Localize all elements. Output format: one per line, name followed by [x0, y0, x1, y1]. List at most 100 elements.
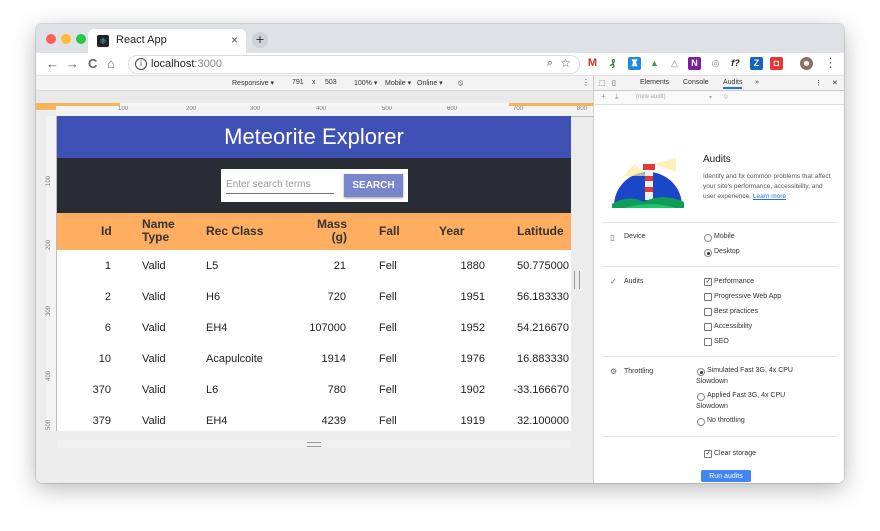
column-header-mass[interactable]: Mass (g): [317, 218, 347, 244]
download-icon[interactable]: ⤓: [615, 92, 619, 102]
rotate-icon[interactable]: ⦸: [458, 78, 463, 88]
cell-lat: 56.183330: [517, 291, 569, 303]
tab-elements[interactable]: Elements: [640, 79, 669, 86]
back-icon[interactable]: ←: [46, 56, 59, 71]
cell-lat: 54.216670: [517, 322, 569, 334]
column-header-fall[interactable]: Fall: [379, 225, 400, 238]
radio-desktop[interactable]: [704, 249, 712, 257]
viewport-resize-handle[interactable]: [574, 271, 580, 289]
table-row[interactable]: 370 Valid L6 780 Fell 1902 -33.166670: [57, 374, 571, 406]
page-title: Meteorite Explorer: [224, 124, 404, 149]
home-icon[interactable]: ⌂: [107, 56, 115, 71]
audit-dropdown-icon[interactable]: ▾: [709, 94, 712, 101]
gmail-extension-icon[interactable]: M: [586, 57, 599, 70]
table-row[interactable]: 1 Valid L5 21 Fell 1880 50.775000: [57, 250, 571, 282]
bottom-resize-handle[interactable]: [307, 442, 321, 447]
devtools-close-icon[interactable]: ✕: [832, 79, 838, 87]
radio-no-throttling[interactable]: [697, 418, 705, 426]
column-header-mass-line1: Mass: [317, 217, 348, 231]
disabled-extension-icon[interactable]: △: [668, 57, 681, 70]
bookmark-star-icon[interactable]: ☆: [560, 56, 571, 70]
tab-close-icon[interactable]: ×: [231, 33, 238, 47]
ruler-label: 200: [186, 106, 197, 112]
minimize-window-button[interactable]: [61, 34, 71, 44]
extension-icon[interactable]: ₰: [606, 57, 619, 70]
red-extension-icon[interactable]: ◘: [770, 57, 783, 70]
add-audit-icon[interactable]: +: [601, 92, 606, 101]
new-tab-button[interactable]: +: [252, 32, 268, 48]
checkbox-clear-storage[interactable]: ✓: [704, 450, 712, 458]
tab-console[interactable]: Console: [683, 79, 709, 86]
clear-audits-icon[interactable]: ⦸: [724, 94, 728, 101]
ruler-label: 200: [46, 239, 52, 250]
column-header-rec-class[interactable]: Rec Class: [206, 225, 263, 238]
tab-more[interactable]: »: [755, 79, 759, 86]
checkbox-accessibility[interactable]: [704, 323, 712, 331]
table-row[interactable]: 379 Valid EH4 4239 Fell 1919 32.100000: [57, 405, 571, 431]
forward-icon[interactable]: →: [66, 56, 79, 71]
ruler-label: 500: [46, 419, 52, 430]
drive-extension-icon[interactable]: ▲: [648, 57, 661, 70]
option-mobile: Mobile: [714, 233, 735, 240]
maximize-window-button[interactable]: [76, 34, 86, 44]
audits-toolbar: + ⤓ (new audit) ▾ ⦸: [594, 91, 844, 105]
device-toggle-icon[interactable]: ▯: [612, 79, 616, 87]
checkbox-best-practices[interactable]: [704, 308, 712, 316]
table-row[interactable]: 10 Valid Acapulcoite 1914 Fell 1976 16.883330: [57, 343, 571, 375]
search-button[interactable]: SEARCH: [344, 174, 403, 197]
checkbox-pwa[interactable]: [704, 293, 712, 301]
ruler-label: 300: [46, 305, 52, 316]
browser-tab[interactable]: ⚛ React App ×: [88, 29, 246, 53]
reload-icon[interactable]: C: [88, 56, 97, 71]
site-info-icon[interactable]: i: [135, 58, 147, 70]
option-seo: SEO: [714, 338, 729, 345]
zoom-icon[interactable]: ⌕: [547, 57, 553, 70]
radio-simulated-throttling[interactable]: [697, 368, 705, 376]
learn-more-link[interactable]: Learn more: [753, 193, 786, 200]
audit-select[interactable]: (new audit): [636, 94, 666, 100]
close-window-button[interactable]: [46, 34, 56, 44]
search-input[interactable]: [226, 175, 334, 194]
media-query-bar[interactable]: [36, 91, 593, 101]
ruler-label: 800: [577, 106, 588, 112]
profile-avatar[interactable]: ☻: [800, 57, 813, 70]
column-header-year[interactable]: Year: [439, 225, 464, 238]
checkbox-performance[interactable]: ✓: [704, 278, 712, 286]
column-header-name-type-line2: Type: [142, 230, 170, 244]
address-bar[interactable]: i localhost:3000 ⌕ ☆: [128, 55, 580, 74]
checkbox-seo[interactable]: [704, 338, 712, 346]
extension-badge-icon[interactable]: ♜: [628, 57, 641, 70]
url-text: localhost:3000: [151, 58, 222, 70]
table-row[interactable]: 6 Valid EH4 107000 Fell 1952 54.216670: [57, 312, 571, 344]
column-header-name-type[interactable]: Name Type: [142, 218, 175, 244]
network-select[interactable]: Online ▾: [417, 79, 443, 87]
disabled-extension-icon-2[interactable]: ◎: [709, 57, 722, 70]
ruler-label: 300: [250, 106, 261, 112]
radio-mobile[interactable]: [704, 234, 712, 242]
ruler-label: 500: [382, 106, 393, 112]
device-icon: ▯: [610, 233, 615, 242]
option-performance: Performance: [714, 278, 755, 285]
column-header-id[interactable]: Id: [101, 225, 112, 238]
viewport-times: x: [312, 79, 316, 86]
viewport-height[interactable]: 503: [325, 79, 337, 86]
column-header-latitude[interactable]: Latitude: [517, 225, 564, 238]
tab-audits[interactable]: Audits: [723, 79, 743, 89]
browser-menu-icon[interactable]: ⋮: [824, 55, 837, 71]
table-row[interactable]: 2 Valid H6 720 Fell 1951 56.183330: [57, 281, 571, 313]
run-audits-button[interactable]: Run audits: [701, 470, 751, 482]
radio-applied-throttling[interactable]: [697, 393, 705, 401]
url-port: :3000: [194, 58, 222, 70]
ruler-label: 100: [46, 175, 52, 186]
fx-extension-icon[interactable]: f?: [729, 57, 742, 70]
inspect-icon[interactable]: ⬚: [599, 79, 606, 87]
viewport-width[interactable]: 791: [292, 79, 304, 86]
device-select[interactable]: Responsive ▾: [232, 79, 274, 87]
zoom-select[interactable]: 100% ▾: [354, 79, 377, 87]
devtools-menu-icon[interactable]: ⋮: [815, 79, 822, 87]
z-extension-icon[interactable]: Z: [750, 57, 763, 70]
mobile-select[interactable]: Mobile ▾: [385, 79, 411, 87]
onenote-extension-icon[interactable]: N: [688, 57, 701, 70]
audits-section-label: Audits: [624, 278, 644, 285]
device-toolbar-menu-icon[interactable]: ⋮: [582, 78, 590, 87]
